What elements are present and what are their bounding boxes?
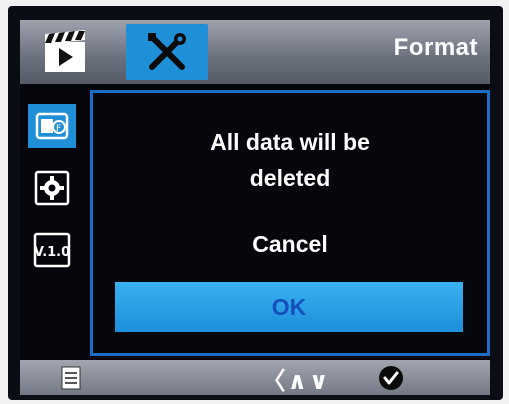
navigation-hint: 〈∧∨ xyxy=(261,367,331,395)
sidebar-item-format[interactable]: F xyxy=(28,104,76,148)
confirm-button[interactable] xyxy=(376,364,406,392)
ok-option[interactable]: OK xyxy=(115,282,463,332)
page-title: Format xyxy=(393,34,478,61)
version-label: V.1.0 xyxy=(34,245,70,260)
tab-setup[interactable] xyxy=(126,24,208,80)
camera-screen: Format F V.1.0 All data will be deleted … xyxy=(20,20,490,395)
cancel-option[interactable]: Cancel xyxy=(93,231,487,258)
dialog-message-line2: deleted xyxy=(249,165,331,191)
sd-card-format-icon: F xyxy=(35,112,69,140)
dialog-message-line1: All data will be xyxy=(210,129,370,155)
menu-list-icon xyxy=(61,366,81,390)
version-icon: V.1.0 xyxy=(33,232,71,268)
sidebar-item-settings[interactable] xyxy=(28,166,76,210)
format-confirm-dialog: All data will be deleted Cancel OK xyxy=(90,90,490,356)
sidebar-item-version[interactable]: V.1.0 xyxy=(28,228,76,272)
sidebar: F V.1.0 xyxy=(20,84,92,356)
tools-icon xyxy=(148,33,186,70)
bottom-bar: 〈∧∨ xyxy=(20,360,490,395)
checkmark-icon xyxy=(379,366,403,390)
svg-text:F: F xyxy=(56,124,61,134)
movie-clapper-icon xyxy=(45,30,85,72)
top-bar: Format xyxy=(20,20,490,84)
settings-gear-icon xyxy=(34,170,70,206)
tab-video[interactable] xyxy=(32,24,98,80)
menu-button[interactable] xyxy=(56,364,86,392)
